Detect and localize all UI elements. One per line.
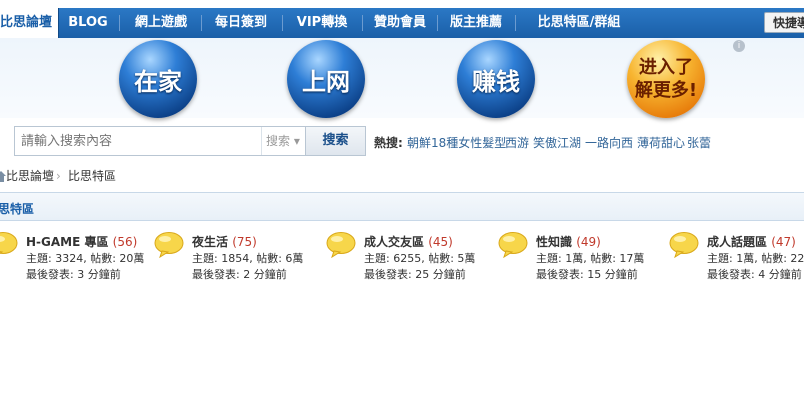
forum-last-post: 最後發表: 4 分鐘前 [707, 268, 802, 281]
nav-separator [282, 15, 283, 31]
banner-ball-zaijia[interactable]: 在家 [119, 40, 197, 118]
forum-name: 成人交友區 [364, 235, 425, 249]
breadcrumb-separator: › [56, 169, 61, 183]
top-navigation: 比思論壇 BLOG 網上遊戲 每日簽到 VIP轉換 贊助會員 版主推薦 比思特區… [0, 8, 804, 39]
section-title[interactable]: 比思特區 [0, 200, 34, 217]
forum-item[interactable]: 性知識 (49) 主題: 1萬, 帖數: 17萬 最後發表: 15 分鐘前 [498, 231, 668, 287]
search-input[interactable] [15, 127, 261, 155]
search-type-dropdown[interactable]: 搜索 ▾ [261, 127, 307, 155]
forum-today-count: (56) [112, 235, 138, 249]
breadcrumb-item-special-zone[interactable]: 比思特區 [68, 164, 116, 188]
nav-item-special-zone-groups[interactable]: 比思特區/群組 [520, 8, 638, 38]
banner-ball-zhuanqian[interactable]: 赚钱 [457, 40, 535, 118]
forum-title[interactable]: 成人交友區 (45) [364, 233, 453, 250]
nav-item-blog[interactable]: BLOG [62, 8, 114, 38]
forum-last-post: 最後發表: 3 分鐘前 [26, 268, 121, 281]
speech-bubble-icon [669, 232, 699, 258]
banner-ball-label: 赚钱 [472, 67, 520, 96]
nav-item-moderator-picks[interactable]: 版主推薦 [442, 8, 510, 38]
forum-title[interactable]: H-GAME 專區 (56) [26, 233, 137, 250]
nav-separator [362, 15, 363, 31]
breadcrumb: 比思論壇 › 比思特區 [0, 164, 804, 188]
nav-item-daily-checkin[interactable]: 每日簽到 [206, 8, 276, 38]
hot-search-link[interactable]: 一路向西 [585, 134, 633, 151]
quick-nav-button[interactable]: 快捷導 [764, 12, 804, 33]
forum-name: H-GAME 專區 [26, 235, 109, 249]
hot-search-link[interactable]: 笑傲江湖 [533, 134, 581, 151]
banner-ball-shangwang[interactable]: 上网 [287, 40, 365, 118]
speech-bubble-icon [154, 232, 184, 258]
forum-title[interactable]: 成人話題區 (47) [707, 233, 796, 250]
hot-search-link[interactable]: 朝鮮18種女性髮型 [407, 134, 506, 151]
forum-item[interactable]: 夜生活 (75) 主題: 1854, 帖數: 6萬 最後發表: 2 分鐘前 [154, 231, 324, 287]
forum-last-post: 最後發表: 2 分鐘前 [192, 268, 287, 281]
speech-bubble-icon [0, 232, 18, 254]
forum-today-count: (45) [428, 235, 453, 249]
banner-ball-learn-more[interactable]: 进入了 解更多! [627, 40, 705, 118]
nav-item-online-games[interactable]: 網上遊戲 [124, 8, 198, 38]
hot-search-link[interactable]: 薄荷甜心 [637, 134, 685, 151]
forum-stats: 主題: 6255, 帖數: 5萬 [364, 252, 476, 265]
forum-title[interactable]: 夜生活 (75) [192, 233, 257, 250]
forum-today-count: (47) [771, 235, 796, 249]
hot-search-link[interactable]: 西游 [505, 134, 529, 151]
search-box: 搜索 ▾ [14, 126, 306, 156]
forum-stats: 主題: 1854, 帖數: 6萬 [192, 252, 304, 265]
nav-item-vip-convert[interactable]: VIP轉換 [287, 8, 357, 38]
breadcrumb-item-forum[interactable]: 比思論壇 [6, 164, 54, 188]
forum-stats: 主題: 1萬, 帖數: 17萬 [536, 252, 645, 265]
forum-today-count: (75) [232, 235, 257, 249]
forum-stats: 主題: 3324, 帖數: 20萬 [26, 252, 145, 265]
banner-ball-label-line2: 解更多! [634, 80, 698, 101]
forum-name: 夜生活 [192, 235, 229, 249]
hot-search-link[interactable]: 张蕾 [687, 134, 711, 151]
forum-title[interactable]: 性知識 (49) [536, 233, 601, 250]
forum-item[interactable]: 成人交友區 (45) 主題: 6255, 帖數: 5萬 最後發表: 25 分鐘前 [326, 231, 496, 287]
speech-bubble-icon [326, 232, 356, 258]
forum-stats: 主題: 1萬, 帖數: 22萬 [707, 252, 804, 265]
forum-last-post: 最後發表: 25 分鐘前 [364, 268, 466, 281]
hot-search-label: 熱搜: [374, 136, 403, 150]
nav-item-home[interactable]: 比思論壇 [0, 8, 59, 39]
search-button[interactable]: 搜索 [306, 126, 366, 156]
section-header: 比思特區 [0, 192, 804, 221]
forum-item[interactable]: H-GAME 專區 (56) 主題: 3324, 帖數: 20萬 最後發表: 3… [0, 231, 158, 287]
nav-item-sponsor-member[interactable]: 贊助會員 [367, 8, 433, 38]
forum-name: 性知識 [536, 235, 573, 249]
nav-separator [515, 15, 516, 31]
banner-ball-label: 上网 [302, 67, 350, 96]
speech-bubble-icon [498, 232, 528, 258]
forum-last-post: 最後發表: 15 分鐘前 [536, 268, 638, 281]
forum-item[interactable]: 成人話題區 (47) 主題: 1萬, 帖數: 22萬 最後發表: 4 分鐘前 [669, 231, 804, 287]
nav-separator [437, 15, 438, 31]
nav-separator [201, 15, 202, 31]
forum-today-count: (49) [576, 235, 601, 249]
banner-ball-label: 在家 [134, 67, 182, 96]
nav-separator [119, 15, 120, 31]
forum-name: 成人話題區 [707, 235, 768, 249]
banner-ball-label-line1: 进入了 [639, 57, 693, 78]
info-icon[interactable]: i [733, 40, 745, 52]
